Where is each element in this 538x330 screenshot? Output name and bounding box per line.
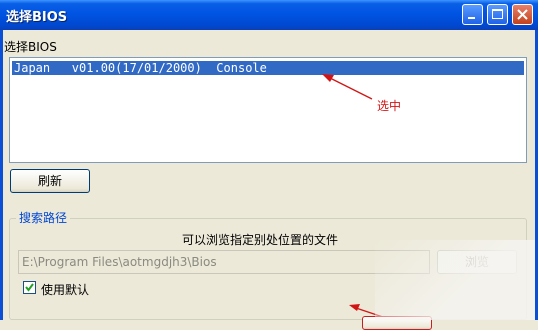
- path-input[interactable]: E:\Program Files\aotmgdjh3\Bios: [18, 250, 430, 274]
- watermark-overlay: [375, 240, 535, 320]
- search-path-group-title: 搜索路径: [16, 209, 71, 226]
- annotation-label: 选中: [377, 99, 402, 113]
- use-default-checkbox[interactable]: [23, 281, 36, 294]
- checkmark-icon: [25, 283, 34, 292]
- refresh-button[interactable]: 刷新: [10, 169, 90, 193]
- search-path-hint: 可以浏览指定别处位置的文件: [182, 233, 339, 247]
- use-default-label: 使用默认: [41, 283, 90, 297]
